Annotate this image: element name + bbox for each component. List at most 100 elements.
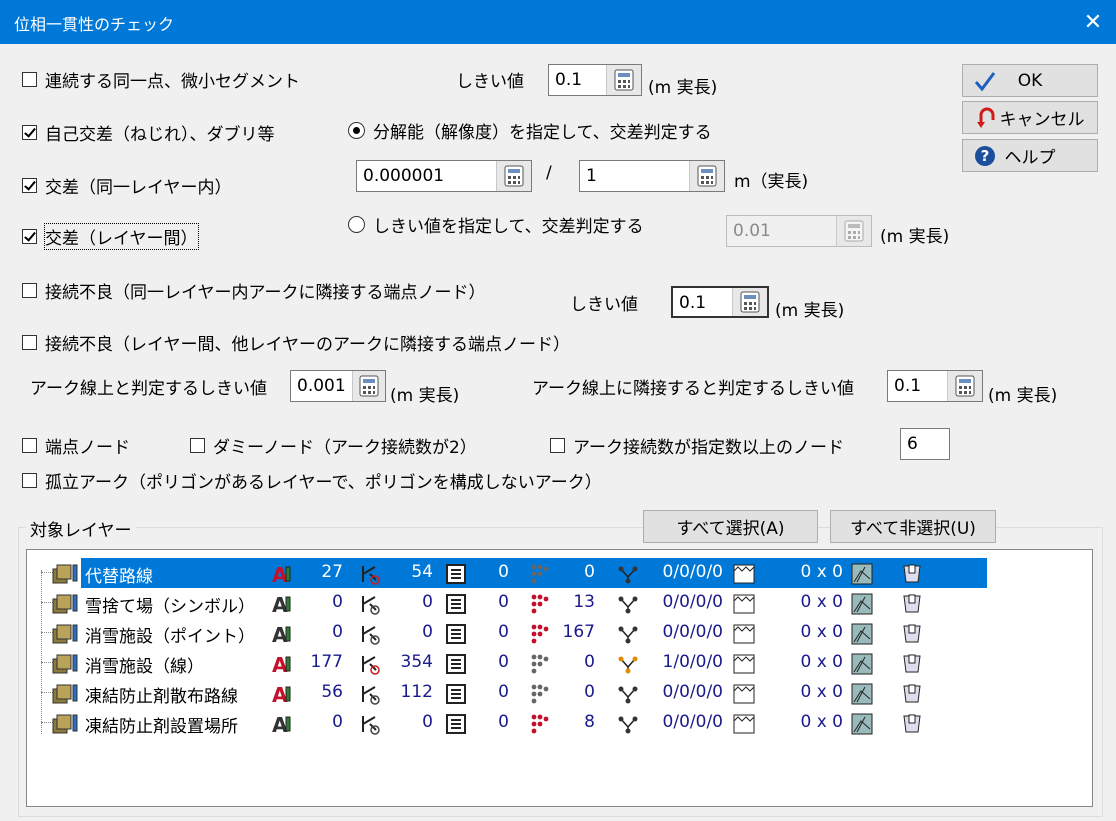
- nodes-icon: [617, 653, 639, 675]
- calculator-icon[interactable]: [689, 161, 724, 191]
- point-count: 0: [584, 682, 595, 702]
- nodes-icon: [617, 713, 639, 735]
- radio-resolution[interactable]: 分解能（解像度）を指定して、交差判定する: [348, 118, 712, 143]
- check-intersection-same-layer[interactable]: 交差（同一レイヤー内）: [22, 173, 232, 198]
- nodes-icon: [617, 623, 639, 645]
- checkbox-box[interactable]: [22, 125, 37, 140]
- checkbox-box[interactable]: [22, 473, 37, 488]
- nodes-icon: [617, 683, 639, 705]
- arc-count: 27: [321, 562, 343, 582]
- annotation-icon: A: [271, 683, 293, 707]
- polygon-count: 0: [498, 592, 509, 612]
- check-self-intersection[interactable]: 自己交差（ねじれ）、ダブリ等: [22, 120, 275, 145]
- checkbox-box[interactable]: [22, 438, 37, 453]
- vertex-icon: [359, 713, 381, 735]
- check-end-node[interactable]: 端点ノード: [22, 433, 130, 458]
- unit-label: (m 実長): [775, 301, 845, 321]
- check-label: 接続不良（レイヤー間、他レイヤーのアークに隣接する端点ノード）: [45, 335, 570, 355]
- arc-count-input[interactable]: 6: [900, 428, 950, 460]
- node-stats: 1/0/0/0: [662, 652, 723, 672]
- mesh-icon: [733, 563, 755, 585]
- threshold-label: しきい値: [570, 295, 638, 315]
- checkbox-box[interactable]: [550, 438, 565, 453]
- layer-icon: [51, 683, 81, 705]
- cup-icon: [901, 593, 923, 615]
- vertex-count: 54: [411, 562, 433, 582]
- check-label: ダミーノード（アーク接続数が2）: [213, 438, 477, 458]
- checkbox-box[interactable]: [22, 72, 37, 87]
- unit-label: (m 実長): [880, 227, 950, 247]
- point-count: 0: [584, 652, 595, 672]
- help-button[interactable]: ? ヘルプ: [962, 139, 1098, 172]
- layer-row[interactable]: 凍結防止剤散布路線 A 56 112 0 0 0/0/0/0 0 x 0: [27, 678, 1087, 708]
- surface-icon: [851, 683, 873, 705]
- undo-icon: [973, 106, 997, 130]
- node-stats: 0/0/0/0: [662, 712, 723, 732]
- mesh-size: 0 x 0: [800, 712, 844, 732]
- arc-count: 0: [332, 592, 343, 612]
- check-duplicate-point[interactable]: 連続する同一点、微小セグメント: [22, 67, 300, 92]
- close-icon[interactable]: ✕: [1070, 0, 1116, 44]
- calculator-icon[interactable]: [732, 288, 767, 316]
- calculator-icon[interactable]: [351, 371, 385, 401]
- svg-text:?: ?: [981, 147, 990, 165]
- check-bad-connection-same-layer[interactable]: 接続不良（同一レイヤー内アークに隣接する端点ノード）: [22, 278, 485, 303]
- radio-circle[interactable]: [348, 122, 365, 139]
- check-isolated-arc[interactable]: 孤立アーク（ポリゴンがあるレイヤーで、ポリゴンを構成しないアーク）: [22, 468, 602, 493]
- check-label: アーク接続数が指定数以上のノード: [573, 438, 844, 458]
- check-bad-connection-between-layers[interactable]: 接続不良（レイヤー間、他レイヤーのアークに隣接する端点ノード）: [22, 330, 570, 355]
- arc-count: 0: [332, 712, 343, 732]
- resolution-denominator-input[interactable]: 1: [579, 160, 725, 192]
- points-icon: [529, 623, 551, 645]
- checkbox-box[interactable]: [22, 178, 37, 193]
- radio-threshold[interactable]: しきい値を指定して、交差判定する: [348, 212, 644, 237]
- vertex-icon: [359, 563, 381, 585]
- layer-icon: [51, 623, 81, 645]
- check-arc-connection-count[interactable]: アーク接続数が指定数以上のノード: [550, 433, 844, 458]
- slash-label: /: [546, 163, 552, 183]
- layer-list[interactable]: 代替路線 A 27 54 0 0 0/0/0/0 0 x 0 雪捨て場（シンボル） A 0 0 0 13 0…: [26, 549, 1093, 807]
- layer-row[interactable]: 雪捨て場（シンボル） A 0 0 0 13 0/0/0/0 0 x 0: [27, 588, 1087, 618]
- radio-label: 分解能（解像度）を指定して、交差判定する: [373, 123, 712, 143]
- arc-threshold-input[interactable]: 0.001: [290, 370, 386, 402]
- deselect-all-button[interactable]: すべて非選択(U): [830, 510, 996, 543]
- surface-icon: [851, 653, 873, 675]
- window-title: 位相一貫性のチェック: [14, 15, 175, 34]
- mesh-icon: [733, 623, 755, 645]
- check-dummy-node[interactable]: ダミーノード（アーク接続数が2）: [190, 433, 477, 458]
- layer-row[interactable]: 凍結防止剤設置場所 A 0 0 0 8 0/0/0/0 0 x 0: [27, 708, 1087, 738]
- checkbox-box[interactable]: [22, 335, 37, 350]
- arc-count: 0: [332, 622, 343, 642]
- calculator-icon: [836, 216, 871, 246]
- cancel-button[interactable]: キャンセル: [962, 101, 1098, 134]
- surface-icon: [851, 713, 873, 735]
- check-intersection-between-layers[interactable]: 交差（レイヤー間）: [22, 223, 199, 250]
- calculator-icon[interactable]: [606, 65, 641, 95]
- connection-threshold-input[interactable]: 0.1: [671, 286, 769, 318]
- unit-label: m（実長): [734, 172, 809, 192]
- checkbox-box[interactable]: [190, 438, 205, 453]
- ok-button[interactable]: OK: [962, 64, 1098, 97]
- select-all-button[interactable]: すべて選択(A): [643, 510, 818, 543]
- resolution-input[interactable]: 0.000001: [356, 160, 532, 192]
- layer-name: 消雪施設（線）: [85, 657, 204, 677]
- points-icon: [529, 593, 551, 615]
- radio-circle[interactable]: [348, 216, 365, 233]
- points-icon: [529, 713, 551, 735]
- layer-row[interactable]: 消雪施設（線） A 177 354 0 0 1/0/0/0 0 x 0: [27, 648, 1087, 678]
- calculator-icon[interactable]: [496, 161, 531, 191]
- calculator-icon[interactable]: [947, 371, 982, 401]
- group-title: 対象レイヤー: [26, 516, 136, 541]
- mesh-size: 0 x 0: [800, 562, 844, 582]
- arc-adjacent-threshold-input[interactable]: 0.1: [887, 370, 983, 402]
- polygon-count: 0: [498, 682, 509, 702]
- layer-row[interactable]: 消雪施設（ポイント） A 0 0 0 167 0/0/0/0 0 x 0: [27, 618, 1087, 648]
- checkbox-box[interactable]: [22, 229, 37, 244]
- checkbox-box[interactable]: [22, 283, 37, 298]
- vertex-count: 0: [422, 712, 433, 732]
- annotation-icon: A: [271, 653, 293, 677]
- layer-name: 消雪施設（ポイント）: [85, 627, 255, 647]
- layer-row[interactable]: 代替路線 A 27 54 0 0 0/0/0/0 0 x 0: [27, 558, 1087, 588]
- mesh-icon: [733, 593, 755, 615]
- threshold-input-1[interactable]: 0.1: [548, 64, 642, 96]
